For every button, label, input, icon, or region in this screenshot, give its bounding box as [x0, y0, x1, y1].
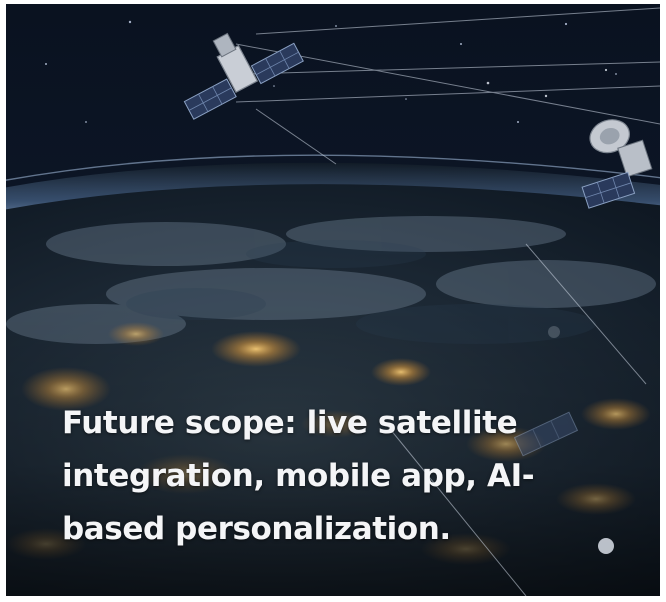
image-frame: Future scope: live satellite integration… — [0, 0, 666, 602]
caption-line-3: based personalization. — [62, 511, 451, 547]
caption-text: Future scope: live satellite integration… — [62, 397, 602, 556]
caption-line-1: Future scope: live satellite — [62, 405, 518, 441]
earth-from-space-scene: Future scope: live satellite integration… — [6, 4, 660, 596]
caption-line-2: integration, mobile app, AI- — [62, 458, 535, 494]
